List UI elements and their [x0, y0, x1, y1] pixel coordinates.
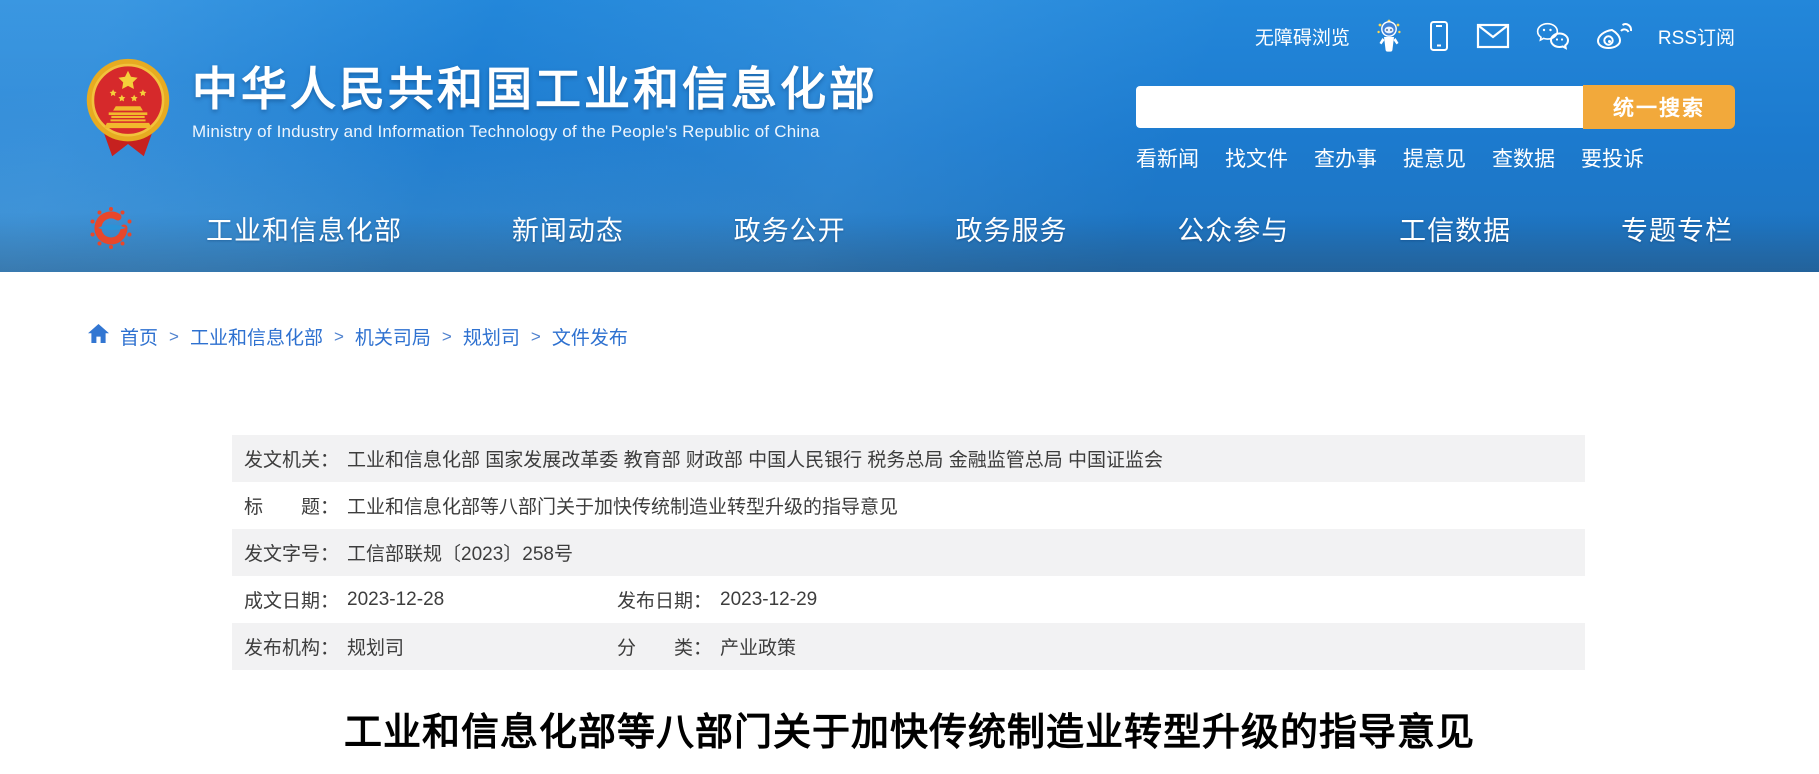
meta-label: 发布机构：	[244, 633, 339, 660]
meta-label: 成文日期：	[244, 586, 339, 613]
breadcrumb-home[interactable]: 首页	[120, 323, 158, 350]
wechat-icon[interactable]	[1536, 22, 1570, 50]
nav-item-miit[interactable]: 工业和信息化部	[206, 209, 402, 248]
nav-item-public-participation[interactable]: 公众参与	[1177, 209, 1289, 248]
main-nav: 工业和信息化部 新闻动态 政务公开 政务服务 公众参与 工信数据 专题专栏	[88, 203, 1733, 253]
national-emblem-svg	[84, 58, 172, 158]
home-svg	[88, 324, 109, 343]
mobile-icon[interactable]	[1428, 20, 1450, 52]
accessibility-link[interactable]: 无障碍浏览	[1255, 23, 1350, 50]
site-subtitle: Ministry of Industry and Information Tec…	[192, 122, 878, 142]
nav-item-special-topics[interactable]: 专题专栏	[1621, 209, 1733, 248]
breadcrumb-miit[interactable]: 工业和信息化部	[190, 323, 323, 350]
breadcrumb-departments[interactable]: 机关司局	[355, 323, 431, 350]
meta-row-doc-number: 发文字号： 工信部联规〔2023〕258号	[232, 529, 1585, 576]
meta-label: 发文字号：	[244, 539, 339, 566]
mobile-svg	[1428, 20, 1450, 52]
article-title: 工业和信息化部等八部门关于加快传统制造业转型升级的指导意见	[0, 708, 1819, 759]
page: 无障碍浏览	[0, 0, 1819, 774]
mascot-robot-icon[interactable]	[1376, 19, 1402, 53]
meta-row-title: 标 题： 工业和信息化部等八部门关于加快传统制造业转型升级的指导意见	[232, 482, 1585, 529]
meta-pair-publish-date: 发布日期： 2023-12-29	[617, 586, 817, 613]
nav-item-news[interactable]: 新闻动态	[512, 209, 624, 248]
quick-link-complaints[interactable]: 要投诉	[1581, 143, 1644, 173]
site-title: 中华人民共和国工业和信息化部	[192, 64, 878, 115]
nav-item-miit-data[interactable]: 工信数据	[1399, 209, 1511, 248]
mail-icon[interactable]	[1476, 23, 1510, 49]
home-icon[interactable]	[88, 324, 109, 349]
quick-link-services[interactable]: 查办事	[1314, 143, 1377, 173]
miit-e-logo-icon	[88, 205, 134, 251]
quick-link-suggestions[interactable]: 提意见	[1403, 143, 1466, 173]
miit-e-logo-svg	[88, 205, 134, 251]
brand: 中华人民共和国工业和信息化部 Ministry of Industry and …	[84, 58, 878, 163]
weibo-svg	[1596, 22, 1632, 50]
meta-value: 规划司	[347, 633, 404, 660]
meta-label: 分 类：	[617, 633, 712, 660]
meta-row-issuing-agencies: 发文机关： 工业和信息化部 国家发展改革委 教育部 财政部 中国人民银行 税务总…	[232, 435, 1585, 482]
mail-svg	[1476, 23, 1510, 49]
breadcrumb-separator: >	[169, 327, 179, 347]
meta-row-dates: 成文日期： 2023-12-28 发布日期： 2023-12-29	[232, 576, 1585, 623]
meta-value: 2023-12-29	[720, 589, 817, 611]
breadcrumb-document-release[interactable]: 文件发布	[552, 323, 628, 350]
utility-bar: 无障碍浏览	[1255, 16, 1735, 56]
meta-value: 工业和信息化部 国家发展改革委 教育部 财政部 中国人民银行 税务总局 金融监管…	[347, 445, 1163, 472]
meta-row-publisher-category: 发布机构： 规划司 分 类： 产业政策	[232, 623, 1585, 670]
meta-label: 发布日期：	[617, 586, 712, 613]
nav-item-gov-disclosure[interactable]: 政务公开	[734, 209, 846, 248]
site-header: 无障碍浏览	[0, 0, 1819, 272]
breadcrumb: 首页 > 工业和信息化部 > 机关司局 > 规划司 > 文件发布	[88, 323, 628, 350]
search-input[interactable]	[1136, 86, 1583, 128]
nav-item-gov-services[interactable]: 政务服务	[955, 209, 1067, 248]
doc-meta-table: 发文机关： 工业和信息化部 国家发展改革委 教育部 财政部 中国人民银行 税务总…	[232, 435, 1585, 670]
meta-pair-written-date: 成文日期： 2023-12-28	[244, 586, 617, 613]
quick-link-news[interactable]: 看新闻	[1136, 143, 1199, 173]
meta-label: 标 题：	[244, 492, 339, 519]
meta-value: 2023-12-28	[347, 589, 444, 611]
meta-label: 发文机关：	[244, 445, 339, 472]
mascot-robot-svg	[1376, 19, 1402, 53]
wechat-svg	[1536, 22, 1570, 50]
breadcrumb-separator: >	[531, 327, 541, 347]
breadcrumb-separator: >	[334, 327, 344, 347]
quick-link-documents[interactable]: 找文件	[1225, 143, 1288, 173]
national-emblem-icon	[84, 58, 172, 163]
breadcrumb-separator: >	[442, 327, 452, 347]
breadcrumb-planning-dept[interactable]: 规划司	[463, 323, 520, 350]
meta-value: 工信部联规〔2023〕258号	[347, 539, 573, 566]
search-button[interactable]: 统一搜索	[1583, 85, 1735, 129]
nav-list: 工业和信息化部 新闻动态 政务公开 政务服务 公众参与 工信数据 专题专栏	[206, 209, 1733, 248]
rss-link[interactable]: RSS订阅	[1658, 23, 1735, 50]
meta-value: 工业和信息化部等八部门关于加快传统制造业转型升级的指导意见	[347, 492, 898, 519]
meta-value: 产业政策	[720, 633, 796, 660]
quick-links: 看新闻 找文件 查办事 提意见 查数据 要投诉	[1136, 143, 1644, 173]
brand-text: 中华人民共和国工业和信息化部 Ministry of Industry and …	[192, 58, 878, 142]
meta-pair-publisher: 发布机构： 规划司	[244, 633, 617, 660]
quick-link-data[interactable]: 查数据	[1492, 143, 1555, 173]
weibo-icon[interactable]	[1596, 22, 1632, 50]
meta-pair-category: 分 类： 产业政策	[617, 633, 796, 660]
